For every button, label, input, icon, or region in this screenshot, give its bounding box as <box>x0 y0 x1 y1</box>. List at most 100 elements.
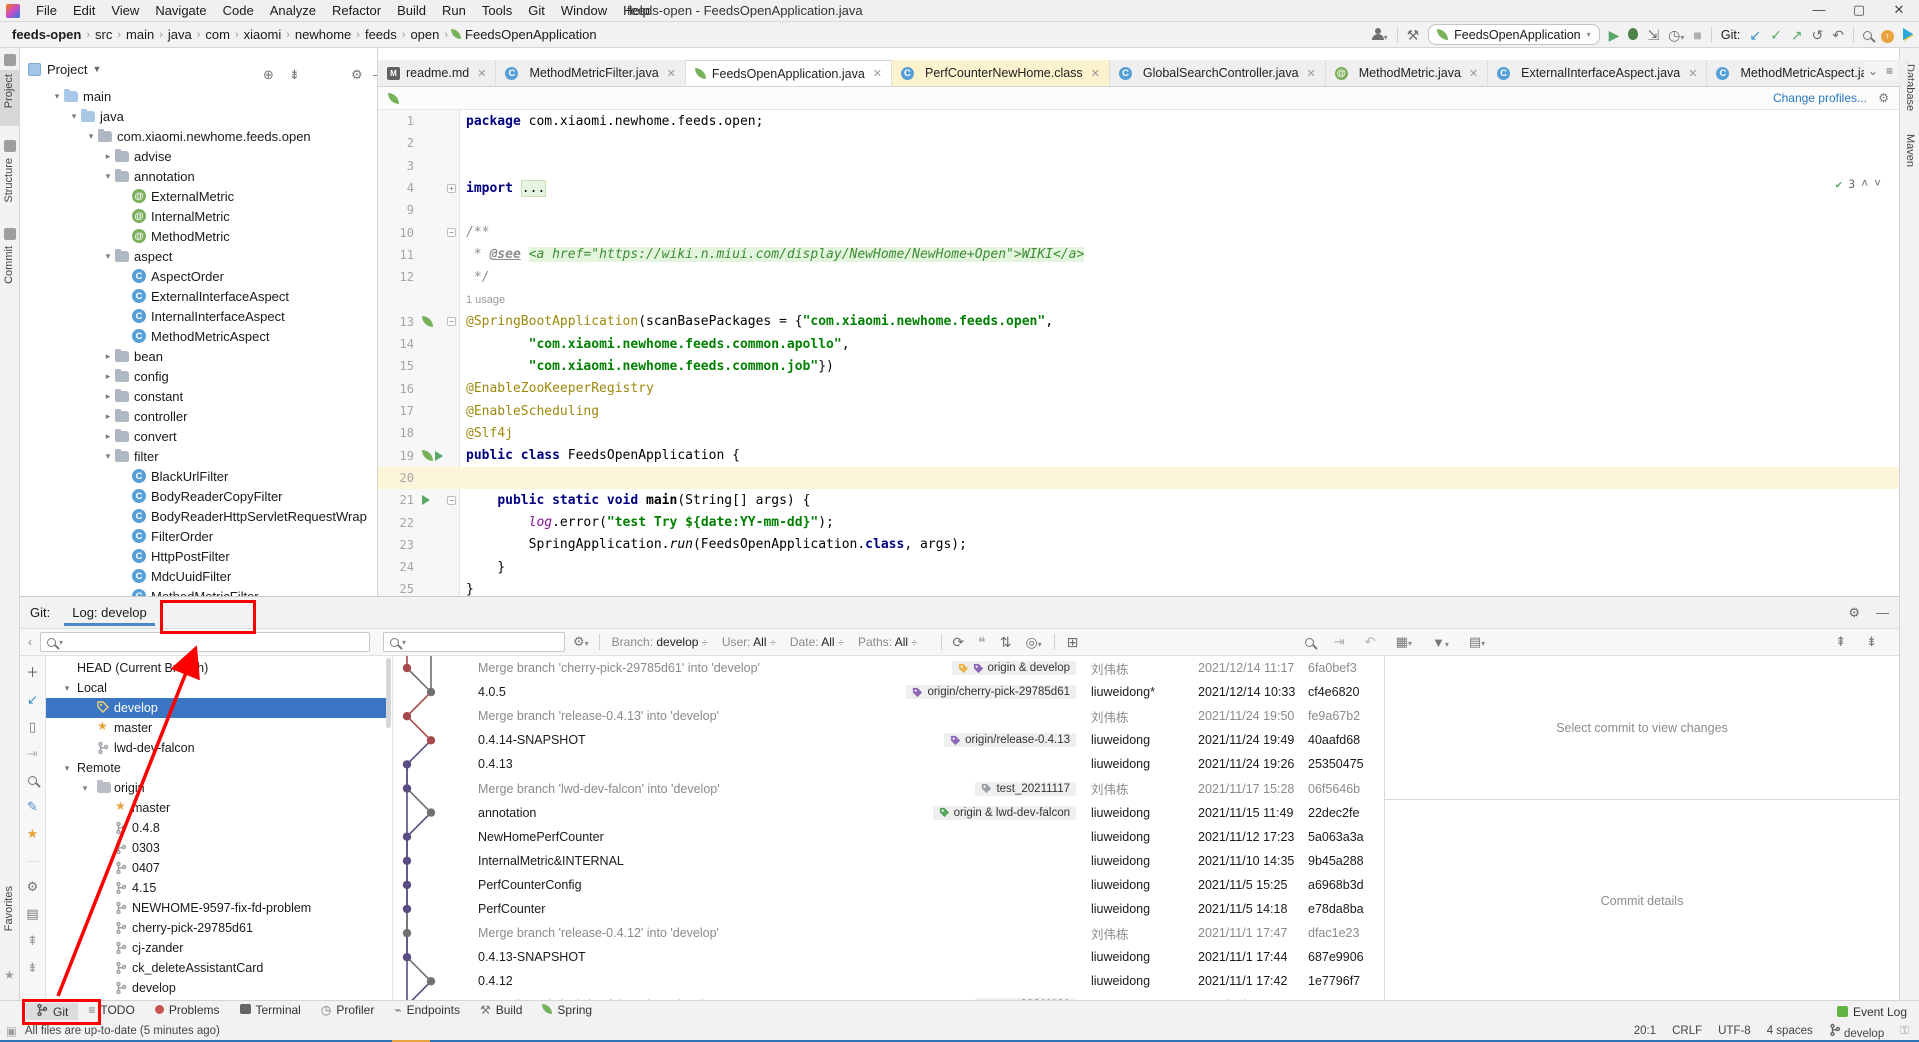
toolwindow-button-problems[interactable]: Problems <box>145 1003 230 1017</box>
breadcrumb-class[interactable]: FeedsOpenApplication <box>465 27 597 42</box>
project-tree-item[interactable]: CHttpPostFilter <box>118 546 230 566</box>
stripe-item-favorites[interactable]: Favorites <box>3 886 15 931</box>
project-tree-item[interactable]: ▾aspect <box>101 246 172 266</box>
project-tree-item[interactable]: ▸controller <box>101 406 187 426</box>
toolwindow-button-spring[interactable]: Spring <box>532 1003 602 1017</box>
close-tab-icon[interactable]: ✕ <box>1688 67 1697 80</box>
chevron-down-icon[interactable]: ▾ <box>50 91 64 102</box>
menu-edit[interactable]: Edit <box>65 0 103 21</box>
breadcrumb-item[interactable]: newhome <box>295 27 351 42</box>
breadcrumb-item[interactable]: xiaomi <box>244 27 282 42</box>
stripe-item-project[interactable]: Project <box>3 74 15 108</box>
history-button[interactable]: ↺ <box>1812 28 1824 42</box>
group-by-icon[interactable]: ▤ <box>26 906 38 922</box>
branch-item-newhome-9597-fix-fd-problem[interactable]: NEWHOME-9597-fix-fd-problem <box>46 898 386 918</box>
toolwindow-toggle-icon[interactable]: ▣ <box>6 1024 17 1038</box>
inspections-widget[interactable]: ✔ 3 ˄ ˅ <box>1835 176 1881 191</box>
run-button[interactable]: ▶ <box>1609 28 1620 42</box>
chevron-down-icon[interactable]: ▾ <box>101 171 115 182</box>
editor-tab[interactable]: Mreadme.md✕ <box>378 60 496 86</box>
expand-all-icon[interactable]: ⇞ <box>1835 634 1846 650</box>
git-filter-branch[interactable]: Branch: develop ÷ <box>612 635 708 649</box>
search-everywhere-icon[interactable] <box>1863 28 1872 42</box>
project-tree-item[interactable]: CMethodMetricAspect <box>118 326 270 346</box>
project-tree-item[interactable]: CMethodMetricFilter <box>118 586 259 596</box>
git-filter-date[interactable]: Date: All ÷ <box>790 635 844 649</box>
breadcrumb-item[interactable]: com <box>205 27 230 42</box>
project-tree-item[interactable]: ▸config <box>101 366 169 386</box>
stripe-item-maven[interactable]: Maven <box>1904 134 1916 167</box>
branch-item-0407[interactable]: 0407 <box>46 858 386 878</box>
back-chevron-icon[interactable]: ‹ <box>28 635 32 649</box>
breadcrumb-item[interactable]: java <box>168 27 192 42</box>
commit-row[interactable]: PerfCounterConfigliuweidong2021/11/5 15:… <box>393 873 1384 897</box>
next-problem-icon[interactable]: ˅ <box>1874 176 1881 191</box>
file-encoding[interactable]: UTF-8 <box>1718 1025 1751 1037</box>
commit-row[interactable]: Merge branch 'lwd-dev-falcon' into 'deve… <box>393 777 1384 801</box>
close-tab-icon[interactable]: ✕ <box>873 67 882 80</box>
filter-funnel-icon[interactable]: ▼▾ <box>1432 635 1449 650</box>
project-tree-item[interactable]: ▾java <box>67 106 124 126</box>
branch-item-cherry-pick-29785d61[interactable]: cherry-pick-29785d61 <box>46 918 386 938</box>
commit-row[interactable]: NewHomePerfCounterliuweidong2021/11/12 1… <box>393 825 1384 849</box>
settings-gear-icon[interactable]: ⚙ <box>351 68 363 81</box>
chevron-down-icon[interactable]: ▾ <box>60 683 74 694</box>
gutter-icons[interactable] <box>422 316 433 327</box>
branch-scrollbar[interactable] <box>386 658 391 728</box>
project-tree-item[interactable]: CFilterOrder <box>118 526 213 546</box>
branch-item-4-15[interactable]: 4.15 <box>46 878 386 898</box>
branch-item-develop[interactable]: develop <box>46 978 386 998</box>
line-ending[interactable]: CRLF <box>1672 1025 1702 1037</box>
delete-icon[interactable]: ▯ <box>29 719 36 735</box>
commit-row[interactable]: Merge branch 'release-0.4.13' into 'deve… <box>393 704 1384 728</box>
git-log-tab[interactable]: Log: develop <box>68 599 150 626</box>
match-case-icon[interactable]: ▦▾ <box>1396 634 1412 650</box>
event-log-button[interactable]: Event Log <box>1837 1005 1907 1019</box>
menu-analyze[interactable]: Analyze <box>262 0 324 21</box>
commit-row[interactable]: Merge branch 'cherry-pick-29785d61' into… <box>393 656 1384 680</box>
search-icon[interactable] <box>28 773 37 788</box>
new-log-tab-icon[interactable]: ⊞ <box>1067 635 1079 649</box>
commit-row[interactable]: 0.4.14-SNAPSHOTorigin/release-0.4.13liuw… <box>393 728 1384 752</box>
project-tree-item[interactable]: ▾main <box>50 86 111 106</box>
project-tree-item[interactable]: CBodyReaderCopyFilter <box>118 486 283 506</box>
editor-tab[interactable]: CMethodMetricFilter.java✕ <box>496 60 685 86</box>
editor-tab[interactable]: @MethodMetric.java✕ <box>1326 60 1488 86</box>
debug-button[interactable] <box>1628 28 1638 42</box>
git-hide-panel-icon[interactable]: — <box>1876 605 1889 621</box>
toolwindow-button-endpoints[interactable]: ⌁Endpoints <box>384 1003 470 1017</box>
gutter-icons[interactable] <box>422 495 430 505</box>
breadcrumb-item[interactable]: feeds <box>365 27 397 42</box>
git-filter-user[interactable]: User: All ÷ <box>722 635 776 649</box>
change-profiles-link[interactable]: Change profiles... <box>1773 91 1867 105</box>
menu-build[interactable]: Build <box>389 0 434 21</box>
rollback-icon[interactable]: ↶ <box>1365 634 1376 650</box>
commit-row[interactable]: 0.4.13liuweidong2021/11/24 19:2625350475 <box>393 752 1384 776</box>
branch-item-head-current-branch-[interactable]: HEAD (Current Branch) <box>46 658 386 678</box>
build-hammer-icon[interactable]: ⚒ <box>1407 28 1420 42</box>
commit-stripe-icon[interactable] <box>4 228 16 240</box>
indent-setting[interactable]: 4 spaces <box>1767 1025 1813 1037</box>
chevron-down-icon[interactable]: ▾ <box>84 131 98 142</box>
branch-item-0-4-8[interactable]: 0.4.8 <box>46 818 386 838</box>
menu-git[interactable]: Git <box>520 0 553 21</box>
project-tree-item[interactable]: ▸convert <box>101 426 177 446</box>
branch-item-remote[interactable]: ▾Remote <box>46 758 386 778</box>
add-branch-icon[interactable]: ＋ <box>26 662 39 681</box>
branch-item-0303[interactable]: 0303 <box>46 838 386 858</box>
commit-row[interactable]: annotationorigin & lwd-dev-falconliuweid… <box>393 801 1384 825</box>
fold-marker-icon[interactable]: − <box>447 496 456 505</box>
branch-item-master[interactable]: ★master <box>46 798 386 818</box>
git-branch-widget[interactable]: develop <box>1829 1023 1885 1040</box>
stop-button[interactable]: ■ <box>1693 28 1701 42</box>
breadcrumb-item[interactable]: feeds-open <box>12 27 81 42</box>
menu-run[interactable]: Run <box>434 0 474 21</box>
close-tab-icon[interactable]: ✕ <box>1307 67 1316 80</box>
project-tree-item[interactable]: CBlackUrlFilter <box>118 466 228 486</box>
menu-code[interactable]: Code <box>215 0 262 21</box>
breadcrumb-item[interactable]: main <box>126 27 154 42</box>
go-to-hash-icon[interactable]: ❝ <box>978 635 986 649</box>
chevron-right-icon[interactable]: ▸ <box>101 411 115 422</box>
project-tree-item[interactable]: CMdcUuidFilter <box>118 566 231 586</box>
code-editor[interactable]: 1package com.xiaomi.newhome.feeds.open;2… <box>378 110 1899 596</box>
